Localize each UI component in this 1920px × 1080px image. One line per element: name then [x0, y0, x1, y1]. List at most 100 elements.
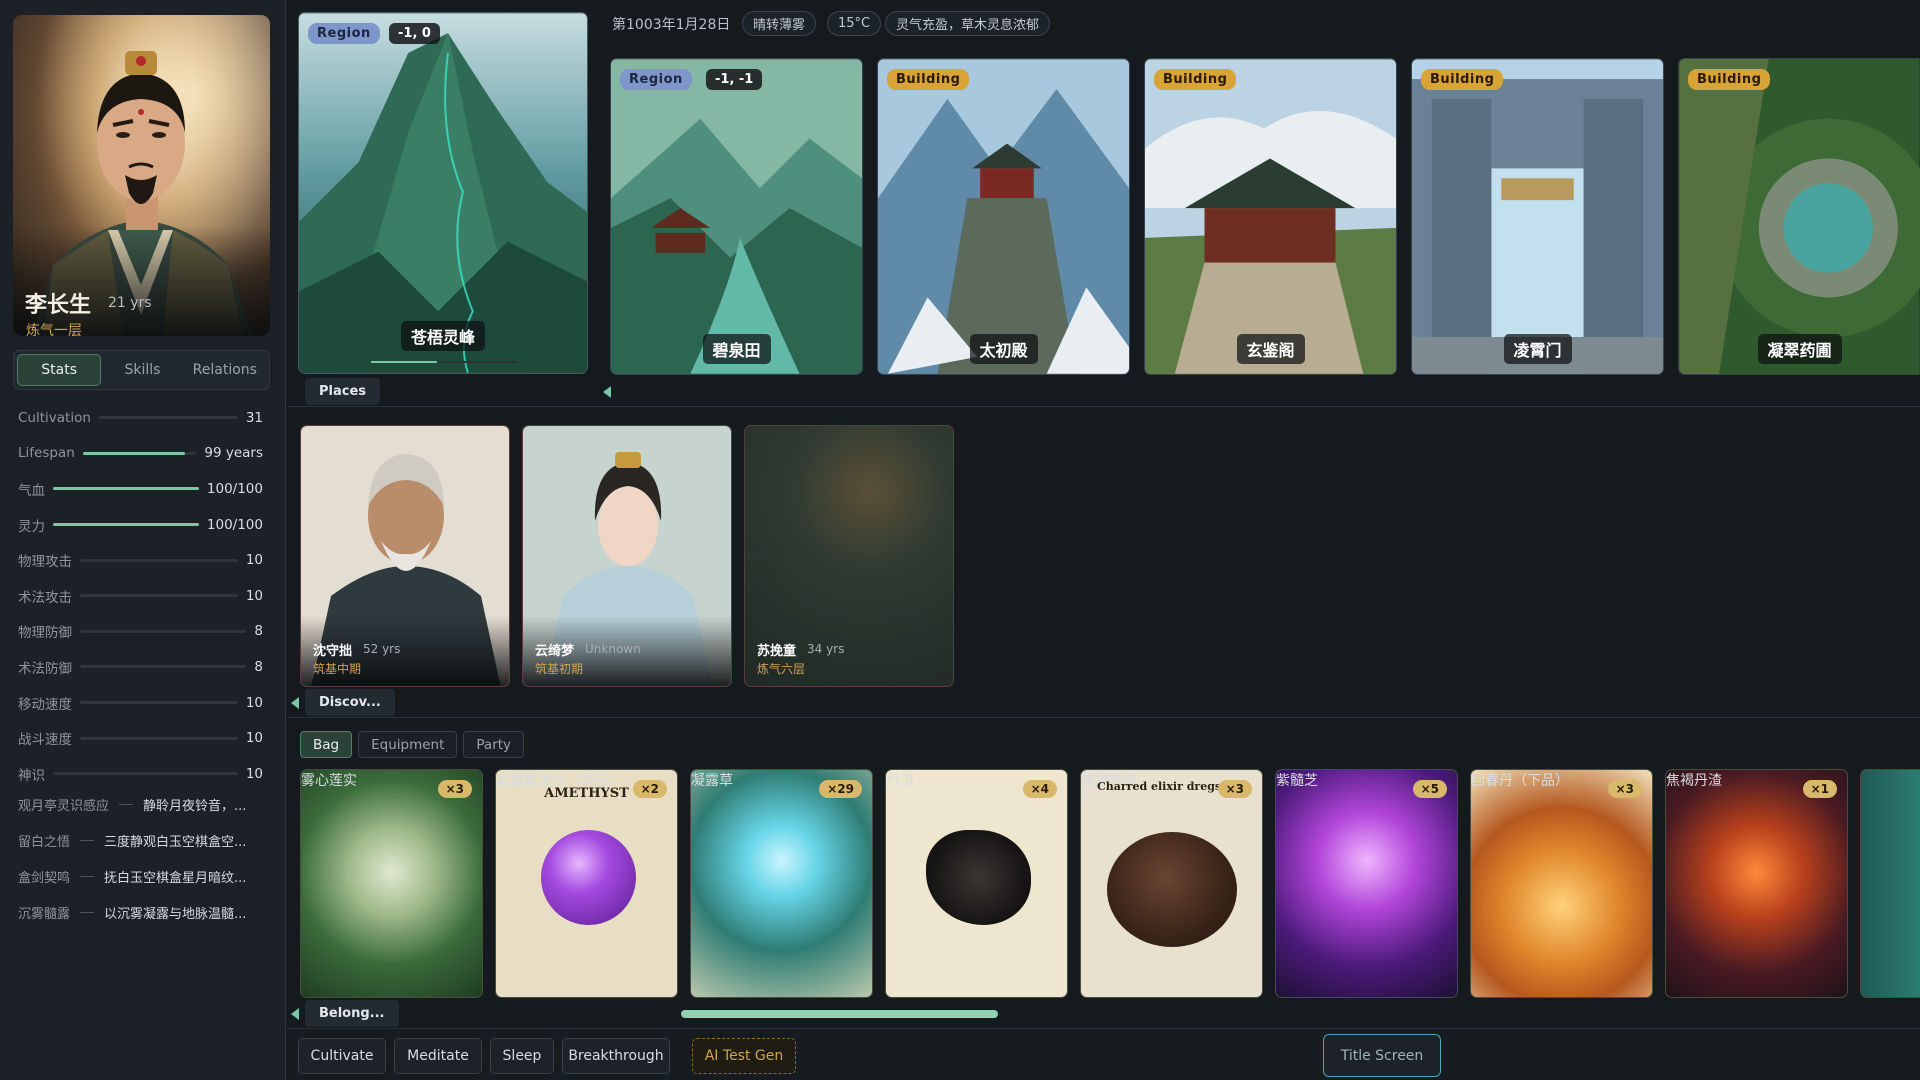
stat-label: Cultivation	[18, 409, 91, 426]
place-badge: Region	[620, 69, 692, 90]
npc-card[interactable]: 沈守拙 52 yrs 筑基中期	[300, 425, 510, 687]
item-card[interactable]: ×5 紫髓芝	[1275, 769, 1458, 998]
insight-key: 留白之悟	[18, 834, 71, 850]
item-card[interactable]: ×3 雾心莲实	[300, 769, 483, 998]
belongings-section-label: Belong...	[305, 1000, 399, 1027]
tab-skills[interactable]: Skills	[101, 354, 183, 386]
npc-age: Unknown	[585, 642, 641, 656]
npc-card[interactable]: 苏挽童 34 yrs 炼气六层	[744, 425, 954, 687]
place-card[interactable]: Building 凌霄门	[1411, 58, 1664, 375]
places-divider	[287, 406, 1920, 407]
cultivate-button[interactable]: Cultivate	[298, 1038, 386, 1074]
item-qty: ×4	[1022, 780, 1057, 798]
player-age: 21 yrs	[108, 295, 152, 311]
current-region-card[interactable]: Region -1, 0 苍梧灵峰	[298, 12, 588, 374]
item-art-label: Charred elixir dregs	[1097, 780, 1222, 793]
stat-row: 术法防御 8	[18, 649, 263, 685]
item-card[interactable]: ×4 丹渣	[885, 769, 1068, 998]
insight-list: 观月亭灵识感应 静聆月夜铃音，... 留白之悟 三度静观白玉空棋盒空... 盒剑契鸣 抚白…	[18, 786, 263, 930]
place-card[interactable]: Building 太初殿	[877, 58, 1130, 375]
stat-value: 99 years	[204, 445, 263, 462]
stat-value: 31	[245, 409, 263, 426]
tab-party[interactable]: Party	[463, 731, 525, 758]
tab-stats[interactable]: Stats	[17, 354, 102, 386]
insight-row[interactable]: 留白之悟 三度静观白玉空棋盒空...	[18, 822, 263, 858]
npc-card[interactable]: 云绮梦 Unknown 筑基初期	[522, 425, 732, 687]
region-name: 苍梧灵峰	[400, 321, 486, 351]
stat-value: 10	[245, 694, 263, 711]
title-screen-button[interactable]: Title Screen	[1323, 1034, 1441, 1077]
player-realm: 炼气一层	[26, 323, 82, 336]
herb-garden-scene-icon	[1679, 59, 1920, 374]
tab-bag[interactable]: Bag	[300, 731, 353, 758]
stat-row: 移动速度 10	[18, 685, 263, 721]
discovered-scroll-left-icon[interactable]	[291, 697, 299, 709]
stat-value: 8	[254, 623, 263, 640]
belongings-scrollbar[interactable]	[681, 1010, 998, 1018]
place-badge: Building	[1154, 69, 1237, 90]
stat-label: Lifespan	[18, 445, 75, 462]
belongings-scroll-left-icon[interactable]	[291, 1008, 299, 1020]
place-name: 玄鉴阁	[1236, 334, 1305, 364]
stat-row: 物理攻击 10	[18, 542, 263, 578]
stat-row: Lifespan 99 years	[18, 436, 263, 472]
region-progress-fill	[371, 361, 437, 363]
item-card[interactable]: ×3 回春丹（下品）	[1470, 769, 1653, 998]
game-root: 李长生 21 yrs 炼气一层 Stats Skills Relations C…	[0, 0, 1920, 1080]
insight-dash	[80, 911, 95, 913]
insight-value: 以沉雾凝露与地脉温髓...	[104, 906, 247, 922]
insight-row[interactable]: 观月亭灵识感应 静聆月夜铃音，...	[18, 786, 263, 822]
stat-label: 气血	[18, 482, 45, 499]
place-card[interactable]: Building 玄鉴阁	[1144, 58, 1397, 375]
ai-test-gen-button[interactable]: AI Test Gen	[692, 1038, 796, 1074]
item-card[interactable]: ×1 焦褐丹渣	[1665, 769, 1848, 998]
npc-age: 34 yrs	[807, 642, 845, 656]
stat-row: 战斗速度 10	[18, 720, 263, 756]
discovered-divider	[287, 717, 1920, 718]
stat-row: 气血 100/100	[18, 471, 263, 507]
pavilion-scene-icon	[1145, 59, 1396, 374]
temple-scene-icon	[878, 59, 1129, 374]
player-name: 李长生	[25, 292, 92, 318]
stat-value: 8	[254, 658, 263, 675]
item-card[interactable]: Charred elixir dregs ×3 焦黑丹渣	[1080, 769, 1263, 998]
temperature-chip: 15°C	[827, 11, 882, 36]
stat-label: 术法攻击	[18, 589, 72, 606]
stat-fill	[82, 451, 185, 455]
region-coord: -1, 0	[389, 23, 440, 44]
npc-realm: 炼气六层	[757, 662, 806, 676]
stat-fill	[53, 523, 199, 527]
stat-track	[80, 701, 238, 705]
place-card[interactable]: Building 凝翠药圃	[1678, 58, 1920, 375]
stat-track	[80, 665, 247, 669]
place-name: 太初殿	[969, 334, 1038, 364]
place-card[interactable]: Region -1, -1 碧泉田	[610, 58, 863, 375]
stat-value: 10	[245, 552, 263, 569]
insight-row[interactable]: 盒剑契鸣 抚白玉空棋盒星月暗纹...	[18, 858, 263, 894]
tab-equipment[interactable]: Equipment	[358, 731, 458, 758]
tab-relations[interactable]: Relations	[184, 354, 266, 386]
stat-track	[80, 594, 238, 598]
stat-label: 灵力	[18, 518, 45, 535]
character-portrait[interactable]: 李长生 21 yrs 炼气一层	[13, 15, 270, 336]
npc-realm: 筑基初期	[535, 662, 584, 676]
stat-track	[53, 487, 199, 491]
npc-age: 52 yrs	[363, 642, 401, 656]
item-card-partial[interactable]	[1860, 769, 1920, 998]
breakthrough-button[interactable]: Breakthrough	[562, 1038, 670, 1074]
stat-value: 100/100	[206, 516, 263, 533]
stat-value: 100/100	[206, 480, 263, 497]
place-badge: Building	[887, 69, 970, 90]
sleep-button[interactable]: Sleep	[490, 1038, 554, 1074]
places-scroll-left-icon[interactable]	[603, 386, 611, 398]
qi-status-chip: 灵气充盈，草木灵息浓郁	[885, 11, 1051, 36]
item-card[interactable]: ×29 凝露草	[690, 769, 873, 998]
item-qty: ×3	[1217, 780, 1252, 798]
item-card[interactable]: AMETHYST ×2 紫髓聚灵丹（中品）	[495, 769, 678, 998]
place-badge: Building	[1421, 69, 1504, 90]
meditate-button[interactable]: Meditate	[394, 1038, 482, 1074]
gate-scene-icon	[1412, 59, 1663, 374]
npc-name: 云绮梦	[535, 644, 575, 659]
insight-row[interactable]: 沉雾髓露 以沉雾凝露与地脉温髓...	[18, 894, 263, 930]
npc-name: 苏挽童	[757, 644, 797, 659]
